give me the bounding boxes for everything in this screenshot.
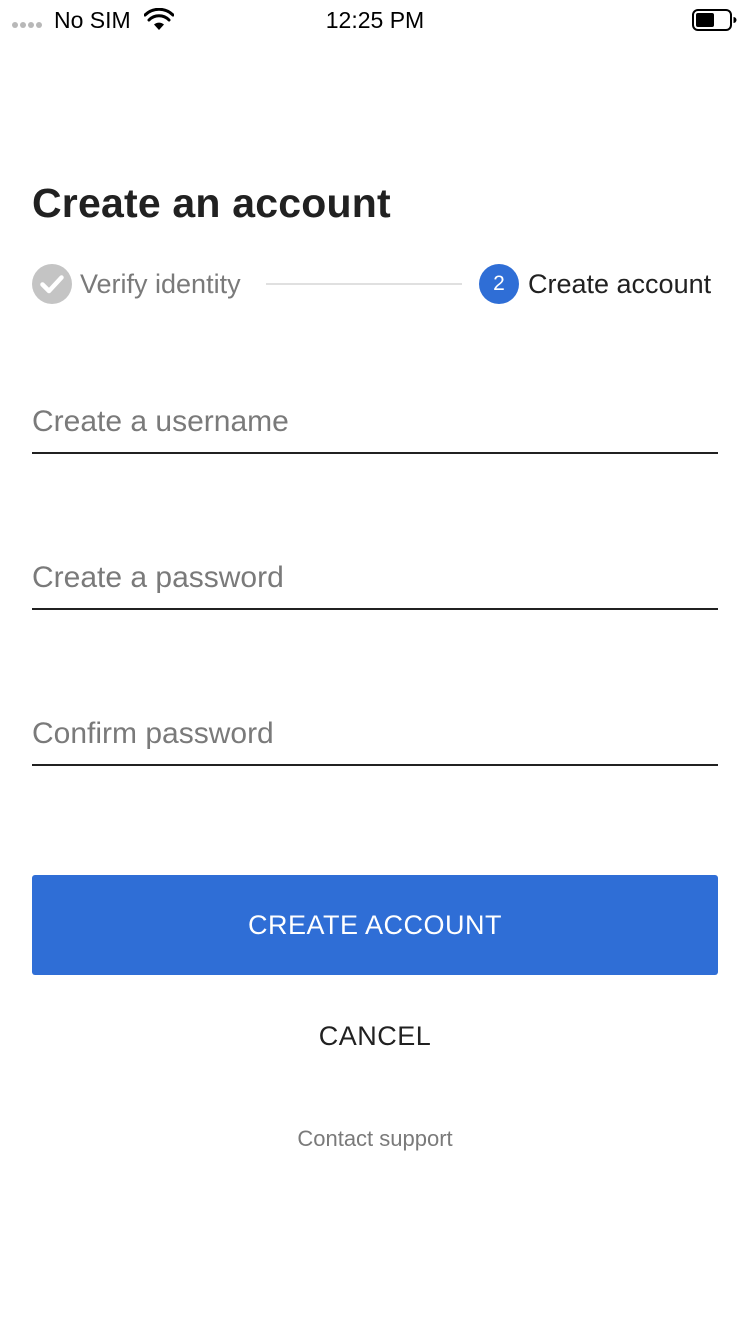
step-label-verify-identity: Verify identity (80, 269, 241, 299)
create-account-button[interactable]: CREATE ACCOUNT (32, 875, 718, 975)
status-bar: No SIM 12:25 PM (0, 0, 750, 40)
contact-support-link[interactable]: Contact support (0, 1124, 750, 1154)
stepper: Verify identity 2 Create account (32, 262, 718, 306)
check-circle-icon (32, 264, 72, 304)
battery-icon (692, 9, 737, 31)
username-input[interactable] (32, 392, 718, 454)
page-title: Create an account (32, 180, 391, 226)
status-time: 12:25 PM (325, 7, 425, 33)
confirm-password-input[interactable] (32, 704, 718, 766)
step-connector (266, 283, 462, 285)
password-input[interactable] (32, 548, 718, 610)
cancel-button[interactable]: CANCEL (275, 1008, 475, 1064)
step-label-create-account: Create account (528, 269, 712, 299)
step-number-badge: 2 (479, 264, 519, 304)
